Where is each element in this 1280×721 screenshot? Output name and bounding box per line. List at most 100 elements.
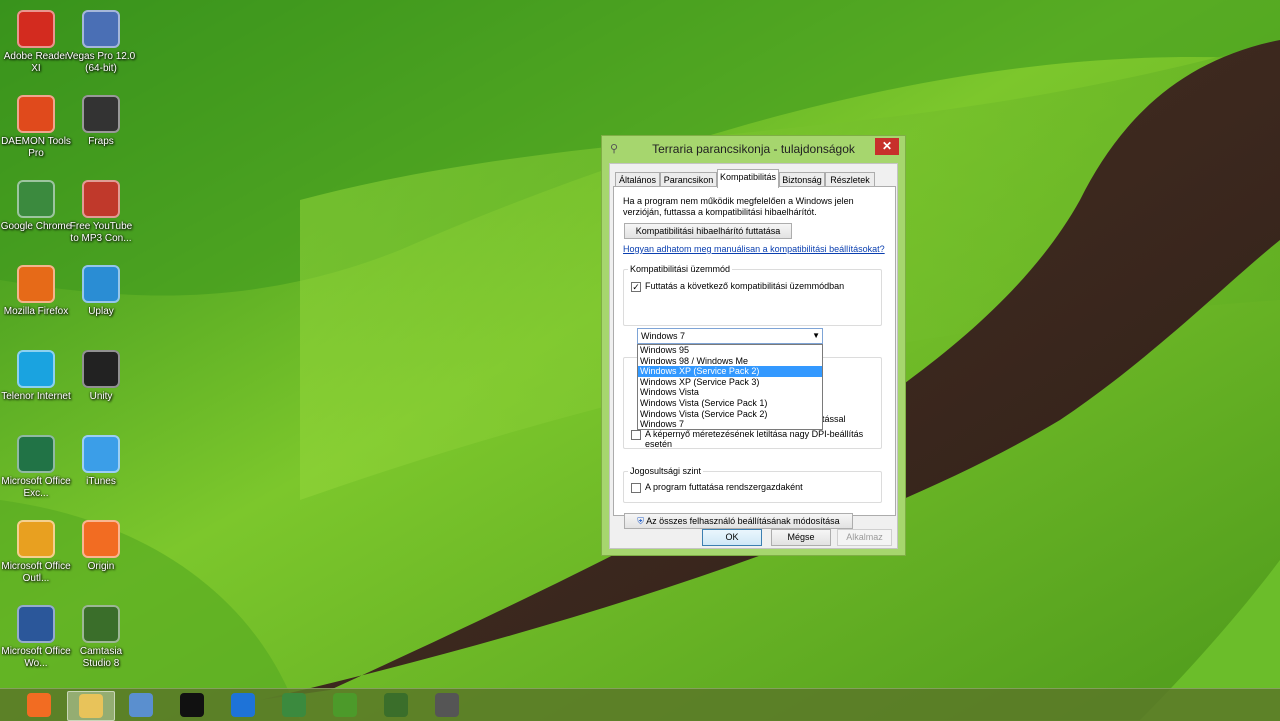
fraps-icon: [82, 95, 120, 133]
origin-taskbar-icon: [27, 693, 51, 717]
run-as-admin-label: A program futtatása rendszergazdaként: [645, 482, 803, 492]
uplay-icon: [82, 265, 120, 303]
outlook-icon: [17, 520, 55, 558]
desktop-icon-label: Microsoft Office Outl...: [1, 561, 71, 584]
window-icon: [129, 693, 153, 717]
desktop-icon-unity[interactable]: Unity: [65, 350, 137, 403]
word-icon: [17, 605, 55, 643]
option-xp-sp3[interactable]: Windows XP (Service Pack 3): [638, 377, 822, 388]
desktop-icon-itunes[interactable]: iTunes: [65, 435, 137, 488]
desktop-icon-label: iTunes: [86, 476, 116, 487]
option-vista-sp1[interactable]: Windows Vista (Service Pack 1): [638, 398, 822, 409]
desktop-icon-outlook[interactable]: Microsoft Office Outl...: [0, 520, 72, 585]
compat-mode-selected: Windows 7: [641, 331, 686, 341]
origin-icon: [82, 520, 120, 558]
adobe-reader-icon: [17, 10, 55, 48]
youtube-mp3-icon: [82, 180, 120, 218]
desktop-icon-firefox[interactable]: Mozilla Firefox: [0, 265, 72, 318]
cmd-icon: [180, 693, 204, 717]
taskbar-button-internet-explorer[interactable]: [220, 691, 266, 719]
itunes-icon: [82, 435, 120, 473]
desktop-icon-camtasia[interactable]: Camtasia Studio 8: [65, 605, 137, 670]
desktop-icon-label: Adobe Reader XI: [3, 51, 69, 74]
dpi-scaling-checkbox[interactable]: [631, 430, 641, 440]
intro-text-line1: Ha a program nem működik megfelelően a W…: [623, 196, 854, 206]
dialog-titlebar[interactable]: ⚲ Terraria parancsikonja - tulajdonságok…: [602, 136, 905, 162]
desktop-icon-daemon-tools[interactable]: DAEMON Tools Pro: [0, 95, 72, 160]
desktop-icon-uplay[interactable]: Uplay: [65, 265, 137, 318]
chevron-down-icon: ▼: [812, 331, 820, 340]
compatibility-mode-label: Kompatibilitási üzemmód: [628, 264, 733, 274]
excel-icon: [17, 435, 55, 473]
utorrent-icon: [333, 693, 357, 717]
unity-icon: [82, 350, 120, 388]
desktop-icon-word[interactable]: Microsoft Office Wo...: [0, 605, 72, 670]
telenor-icon: [17, 350, 55, 388]
firefox-icon: [17, 265, 55, 303]
dialog-client-area: Általános Parancsikon Kompatibilitás Biz…: [609, 163, 898, 549]
change-all-users-button[interactable]: ⛨ Az összes felhasználó beállításának mó…: [624, 513, 853, 529]
option-win95[interactable]: Windows 95: [638, 345, 822, 356]
run-as-admin-checkbox[interactable]: [631, 483, 641, 493]
tab-parancsikon[interactable]: Parancsikon: [660, 172, 717, 187]
properties-dialog: ⚲ Terraria parancsikonja - tulajdonságok…: [601, 135, 906, 556]
compat-mode-checkbox-label: Futtatás a következő kompatibilitási üze…: [645, 281, 845, 291]
option-win98[interactable]: Windows 98 / Windows Me: [638, 356, 822, 367]
desktop-icon-youtube-mp3[interactable]: Free YouTube to MP3 Con...: [65, 180, 137, 245]
compat-mode-checkbox[interactable]: ✓: [631, 282, 641, 292]
option-xp-sp2[interactable]: Windows XP (Service Pack 2): [638, 366, 822, 377]
taskbar-button-camtasia-recorder[interactable]: [424, 691, 470, 719]
chrome-icon: [17, 180, 55, 218]
desktop-icon-label: Free YouTube to MP3 Con...: [69, 221, 133, 244]
option-vista-sp2[interactable]: Windows Vista (Service Pack 2): [638, 409, 822, 420]
desktop-icon-label: Vegas Pro 12.0 (64-bit): [66, 51, 136, 74]
manual-settings-link[interactable]: Hogyan adhatom meg manuálisan a kompatib…: [623, 244, 885, 255]
desktop-icon-label: Mozilla Firefox: [3, 306, 69, 317]
taskbar-button-chrome-taskbar[interactable]: [271, 691, 317, 719]
run-troubleshooter-button[interactable]: Kompatibilitási hibaelhárító futtatása: [624, 223, 792, 239]
compat-mode-select[interactable]: Windows 7 ▼: [637, 328, 823, 344]
tab-reszletek[interactable]: Részletek: [825, 172, 875, 187]
taskbar-button-camtasia-taskbar[interactable]: [373, 691, 419, 719]
privilege-level-label: Jogosultsági szint: [628, 466, 704, 476]
desktop-icon-vegas-pro[interactable]: Vegas Pro 12.0 (64-bit): [65, 10, 137, 75]
dpi-scaling-label-line1: A képernyő méretezésének letiltása nagy …: [645, 429, 864, 439]
desktop-icon-fraps[interactable]: Fraps: [65, 95, 137, 148]
cancel-button[interactable]: Mégse: [771, 529, 831, 546]
taskbar: [0, 688, 1280, 721]
desktop-icon-label: Unity: [89, 391, 113, 402]
taskbar-button-window[interactable]: [118, 691, 164, 719]
daemon-tools-icon: [17, 95, 55, 133]
compat-mode-dropdown: Windows 95 Windows 98 / Windows Me Windo…: [637, 344, 823, 430]
ok-button[interactable]: OK: [702, 529, 762, 546]
chrome-taskbar-icon: [282, 693, 306, 717]
dpi-scaling-label-line2: esetén: [645, 439, 673, 449]
desktop-icon-excel[interactable]: Microsoft Office Exc...: [0, 435, 72, 500]
tab-biztonsag[interactable]: Biztonság: [779, 172, 825, 187]
option-vista[interactable]: Windows Vista: [638, 387, 822, 398]
desktop-icon-label: DAEMON Tools Pro: [1, 136, 71, 159]
camtasia-recorder-icon: [435, 693, 459, 717]
apply-button[interactable]: Alkalmaz: [837, 529, 892, 546]
taskbar-button-cmd[interactable]: [169, 691, 215, 719]
dialog-title: Terraria parancsikonja - tulajdonságok: [652, 142, 855, 156]
desktop-icon-label: Camtasia Studio 8: [79, 646, 123, 669]
compatibility-mode-group: [623, 269, 882, 326]
desktop-icon-label: Telenor Internet: [1, 391, 71, 402]
desktop-icon-origin[interactable]: Origin: [65, 520, 137, 573]
taskbar-button-utorrent[interactable]: [322, 691, 368, 719]
desktop-icon-label: Fraps: [88, 136, 114, 147]
desktop-icon-telenor[interactable]: Telenor Internet: [0, 350, 72, 403]
taskbar-button-origin-taskbar[interactable]: [16, 691, 62, 719]
tab-kompatibilitas[interactable]: Kompatibilitás: [717, 169, 779, 188]
tab-altalanos[interactable]: Általános: [615, 172, 660, 187]
vegas-pro-icon: [82, 10, 120, 48]
desktop-icon-chrome[interactable]: Google Chrome: [0, 180, 72, 233]
option-win7[interactable]: Windows 7: [638, 419, 822, 430]
change-all-users-label: Az összes felhasználó beállításának módo…: [646, 516, 840, 526]
taskbar-button-file-explorer[interactable]: [67, 691, 115, 721]
close-button[interactable]: ✕: [875, 138, 899, 155]
desktop-icon-label: Uplay: [88, 306, 114, 317]
desktop-icon-label: Origin: [87, 561, 115, 572]
desktop-icon-adobe-reader[interactable]: Adobe Reader XI: [0, 10, 72, 75]
